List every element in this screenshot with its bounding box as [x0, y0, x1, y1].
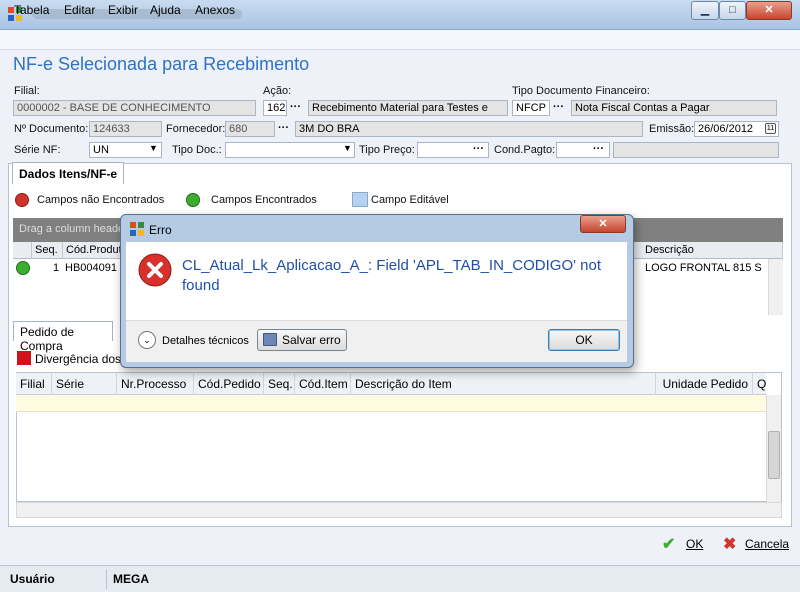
ndoc-field[interactable]: 124633 — [89, 121, 162, 137]
tipopreco-label: Tipo Preço: — [359, 144, 415, 156]
footer-cancel-button[interactable]: Cancela — [745, 537, 789, 551]
status-user-label: Usuário — [10, 572, 55, 586]
fornecedor-label: Fornecedor: — [166, 123, 226, 135]
tipo-fin-lookup-button[interactable]: ··· — [553, 101, 564, 113]
pedido-hscroll[interactable] — [16, 502, 782, 518]
page-title: NF-e Selecionada para Recebimento — [13, 54, 310, 74]
col-seq[interactable]: Seq. — [32, 242, 63, 259]
dialog-app-icon — [130, 222, 144, 236]
menubar — [0, 30, 800, 50]
dialog-title: Erro — [149, 223, 172, 237]
tipo-fin-desc-field: Nota Fiscal Contas a Pagar — [571, 100, 777, 116]
legend-not-found: Campos não Encontrados — [37, 194, 165, 206]
ok-check-icon[interactable]: ✔ — [662, 534, 675, 554]
divergencia-label: Divergência dos I — [35, 352, 128, 366]
col-qt[interactable]: Qt — [753, 373, 766, 395]
col-seq-pedido[interactable]: Seq. — [264, 373, 295, 395]
pedido-vscroll[interactable] — [766, 395, 781, 502]
menu-tabela[interactable]: Tabela — [14, 3, 49, 17]
tipo-fin-label: Tipo Documento Financeiro: — [512, 85, 650, 97]
condpagto-lookup-button[interactable]: ··· — [593, 143, 604, 155]
tab-dados-itens[interactable]: Dados Itens/NF-e — [12, 162, 124, 184]
emissao-label: Emissão: — [649, 123, 695, 135]
col-cod-pedido[interactable]: Cód.Pedido — [194, 373, 264, 395]
save-error-label: Salvar erro — [282, 333, 341, 347]
fornecedor-lookup-button[interactable]: ··· — [278, 122, 289, 134]
acao-lookup-button[interactable]: ··· — [290, 101, 301, 113]
emissao-value: 26/06/2012 — [698, 123, 754, 135]
calendar-icon[interactable]: 11 — [765, 123, 776, 134]
col-descricao[interactable]: Descrição — [642, 242, 783, 259]
condpagto-desc-field — [613, 142, 779, 158]
editable-swatch — [352, 192, 368, 207]
grid-indicator-col — [13, 242, 32, 259]
close-button[interactable]: ✕ — [746, 1, 792, 20]
dialog-close-button[interactable]: ✕ — [580, 215, 626, 233]
footer-ok-button[interactable]: OK — [686, 537, 703, 551]
serie-label: Série NF: — [14, 144, 61, 156]
cancel-x-icon[interactable]: ✖ — [723, 534, 736, 554]
acao-code-field[interactable]: 162 — [263, 100, 287, 116]
col-unidade-pedido[interactable]: Unidade Pedido — [656, 373, 753, 395]
statusbar: Usuário MEGA — [0, 565, 800, 592]
pedido-grid-header: Filial Série Nr.Processo Cód.Pedido Seq.… — [16, 373, 766, 395]
minimize-button[interactable]: ▁ — [691, 1, 719, 20]
menu-ajuda[interactable]: Ajuda — [150, 3, 181, 17]
status-divider — [106, 569, 107, 589]
found-icon — [186, 193, 200, 207]
filial-label: Filial: — [14, 85, 40, 97]
chevron-down-icon[interactable]: ⌄ — [138, 331, 156, 349]
row-code: HB004091 — [65, 262, 117, 274]
scroll-thumb[interactable] — [768, 431, 780, 479]
dialog-ok-button[interactable]: OK — [548, 329, 620, 351]
error-icon — [138, 253, 172, 287]
details-toggle[interactable]: Detalhes técnicos — [162, 335, 249, 347]
row-found-icon — [16, 261, 30, 275]
col-serie[interactable]: Série — [52, 373, 117, 395]
acao-desc-field: Recebimento Material para Testes e — [308, 100, 508, 116]
col-nr-processo[interactable]: Nr.Processo — [117, 373, 194, 395]
save-error-button[interactable]: Salvar erro — [257, 329, 347, 351]
error-message: CL_Atual_Lk_Aplicacao_A_: Field 'APL_TAB… — [182, 257, 601, 294]
legend-editable: Campo Editável — [371, 194, 449, 206]
tipodoc-select[interactable] — [225, 142, 355, 158]
menu-anexos[interactable]: Anexos — [195, 3, 235, 17]
col-filial[interactable]: Filial — [16, 373, 52, 395]
legend-found: Campos Encontrados — [211, 194, 317, 206]
menu-editar[interactable]: Editar — [64, 3, 95, 17]
serie-value: UN — [93, 144, 109, 156]
fornecedor-code-field[interactable]: 680 — [225, 121, 275, 137]
filial-select[interactable]: 0000002 - BASE DE CONHECIMENTO — [13, 100, 256, 116]
tipo-fin-code-field[interactable]: NFCP — [512, 100, 550, 116]
status-user-value: MEGA — [113, 572, 149, 586]
ndoc-label: Nº Documento: — [14, 123, 89, 135]
condpagto-label: Cond.Pagto: — [494, 144, 556, 156]
menu-exibir[interactable]: Exibir — [108, 3, 138, 17]
floppy-icon — [263, 333, 277, 346]
maximize-button[interactable]: □ — [719, 1, 746, 20]
col-cod-item[interactable]: Cód.Item — [295, 373, 351, 395]
row-desc: LOGO FRONTAL 815 S — [645, 262, 762, 274]
fornecedor-desc-field: 3M DO BRA — [295, 121, 643, 137]
table-row-empty[interactable] — [16, 395, 766, 412]
acao-label: Ação: — [263, 85, 292, 97]
not-found-icon — [15, 193, 29, 207]
col-descricao-item[interactable]: Descrição do Item — [351, 373, 656, 395]
tipodoc-chevron-down-icon[interactable]: ▼ — [343, 143, 352, 153]
tipodoc-label: Tipo Doc.: — [172, 144, 222, 156]
serie-chevron-down-icon[interactable]: ▼ — [149, 143, 158, 153]
divergencia-swatch — [17, 351, 31, 365]
row-seq: 1 — [53, 262, 60, 274]
tipopreco-lookup-button[interactable]: ··· — [473, 143, 484, 155]
grid-scrollbar[interactable] — [768, 259, 783, 315]
col-cod-produto[interactable]: Cód.Produto — [63, 242, 123, 259]
tab-pedido-compra[interactable]: Pedido de Compra — [13, 321, 113, 353]
